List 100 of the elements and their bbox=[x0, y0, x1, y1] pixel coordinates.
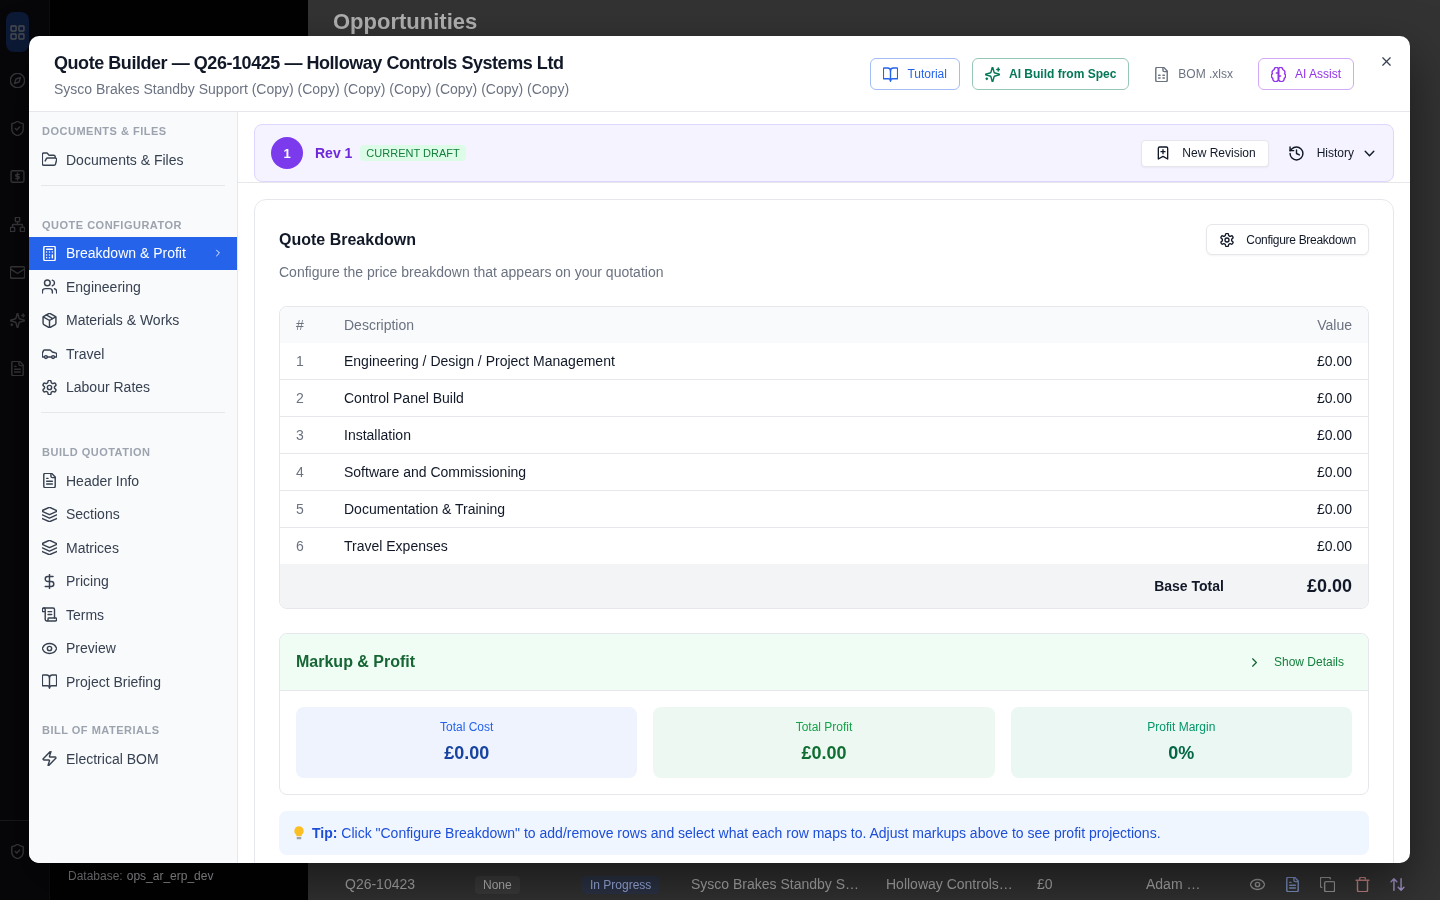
network-icon bbox=[10, 216, 25, 232]
page-title: Opportunities bbox=[333, 10, 479, 34]
stat-value: £0.00 bbox=[443, 742, 491, 765]
lightning-icon bbox=[42, 751, 57, 767]
chevron-right-icon bbox=[213, 248, 223, 259]
table-cell-text: £0.00 bbox=[1316, 353, 1353, 369]
copy-icon[interactable] bbox=[1320, 876, 1335, 892]
dialog-title: Quote Builder — Q26-10425 — Holloway Controls Systems Ltd bbox=[54, 52, 565, 75]
sidebar-item[interactable]: Matrices bbox=[29, 531, 237, 565]
section-subtitle: Configure the price breakdown that appears on your quotation bbox=[279, 263, 665, 282]
close-icon bbox=[1379, 54, 1393, 68]
stat-label: Profit Margin bbox=[1146, 719, 1217, 735]
dialog-subtitle: Sysco Brakes Standby Support (Copy) (Copy) (Copy) (Copy) (Copy) (Copy) (Copy) bbox=[54, 80, 571, 99]
history-button[interactable]: History bbox=[1276, 139, 1377, 167]
eye-icon bbox=[42, 640, 57, 656]
ai-build-button[interactable]: AI Build from Spec bbox=[971, 58, 1130, 90]
column-header: Value bbox=[1317, 317, 1353, 333]
sparkle-icon bbox=[10, 312, 25, 328]
sidebar-item[interactable]: Travel bbox=[29, 337, 237, 371]
markup-title: Markup & Profit bbox=[296, 653, 416, 671]
column-header: # bbox=[295, 317, 305, 333]
sidebar-item[interactable]: Pricing bbox=[29, 564, 237, 598]
eye-icon[interactable] bbox=[1250, 876, 1265, 892]
sidebar-item[interactable]: Preview bbox=[29, 631, 237, 665]
sidebar-item[interactable]: Header Info bbox=[29, 464, 237, 498]
sidebar-item[interactable]: Materials & Works bbox=[29, 303, 237, 337]
table-cell-text: £0.00 bbox=[1316, 538, 1353, 554]
nav-button[interactable] bbox=[6, 12, 29, 52]
table-cell-text: £0.00 bbox=[1316, 501, 1353, 517]
shield-icon bbox=[10, 120, 25, 136]
mail-icon bbox=[10, 264, 25, 280]
calculator-icon bbox=[42, 245, 57, 261]
tip-text: Tip: Click "Configure Breakdown" to add/remove rows and select what each row maps to. Adjust markups above to see profit projections. bbox=[312, 824, 1161, 843]
sidebar-item[interactable]: Breakdown & Profit bbox=[29, 236, 237, 270]
table-cell-text: 3 bbox=[295, 427, 305, 443]
document-icon[interactable] bbox=[1285, 876, 1300, 892]
table-cell-text: Installation bbox=[344, 427, 412, 443]
database-name: ops_ar_erp_dev bbox=[126, 868, 214, 884]
spreadsheet-icon bbox=[1154, 66, 1170, 82]
sidebar-item[interactable]: Terms bbox=[29, 598, 237, 632]
sort-arrows-icon[interactable] bbox=[1390, 876, 1405, 892]
sidebar-item[interactable]: Labour Rates bbox=[29, 370, 237, 404]
show-details-button[interactable]: Show Details bbox=[1239, 655, 1352, 669]
table-cell-text: 6 bbox=[295, 538, 305, 554]
history-icon bbox=[1288, 145, 1304, 161]
tutorial-button[interactable]: Tutorial bbox=[870, 58, 960, 90]
scroll-icon bbox=[42, 607, 57, 623]
stat-value: £0.00 bbox=[800, 742, 848, 765]
revision-label: Rev 1 bbox=[315, 145, 353, 161]
banknote-icon bbox=[10, 168, 25, 184]
revision-number: 1 bbox=[271, 137, 303, 169]
compass-icon bbox=[10, 72, 25, 88]
total-value: £0.00 bbox=[1306, 575, 1352, 597]
section-title: Quote Breakdown bbox=[279, 230, 416, 249]
sidebar-item[interactable]: Electrical BOM bbox=[29, 742, 237, 776]
table-cell-text: £0.00 bbox=[1316, 427, 1353, 443]
brain-icon bbox=[1271, 66, 1286, 82]
table-cell-text: 1 bbox=[295, 353, 305, 369]
book-icon bbox=[42, 674, 57, 690]
sidebar-item[interactable]: Engineering bbox=[29, 270, 237, 304]
trash-icon[interactable] bbox=[1355, 876, 1370, 892]
table-cell-text: Documentation & Training bbox=[344, 501, 507, 517]
stat-label: Total Profit bbox=[794, 719, 854, 735]
table-cell-text: Engineering / Design / Project Management bbox=[344, 353, 616, 369]
section-heading: DOCUMENTS & FILES bbox=[41, 124, 168, 139]
table-cell: Adam … bbox=[1146, 876, 1201, 892]
table-cell: Holloway Controls… bbox=[886, 876, 1013, 892]
ai-assist-button[interactable]: AI Assist bbox=[1258, 58, 1354, 90]
table-cell: £0 bbox=[1037, 876, 1053, 892]
stat-value: 0% bbox=[1167, 742, 1196, 765]
shield-icon bbox=[10, 843, 25, 859]
total-label: Base Total bbox=[1154, 578, 1224, 594]
new-revision-button[interactable]: New Revision bbox=[1141, 139, 1269, 167]
bookmark-plus-icon bbox=[1156, 146, 1171, 160]
table-cell-text: 4 bbox=[295, 464, 305, 480]
grid-icon bbox=[10, 24, 25, 40]
gear-icon bbox=[42, 379, 57, 395]
configure-button[interactable]: Configure Breakdown bbox=[1206, 224, 1369, 255]
status-badge: In Progress bbox=[582, 876, 660, 894]
table-cell-text: Travel Expenses bbox=[344, 538, 449, 554]
table-cell-text: £0.00 bbox=[1316, 390, 1353, 406]
gear-icon bbox=[1220, 232, 1235, 247]
document-icon bbox=[42, 473, 57, 489]
lightbulb-icon bbox=[292, 826, 306, 840]
status-badge: CURRENT DRAFT bbox=[360, 145, 466, 161]
section-heading: BUILD QUOTATION bbox=[41, 445, 152, 460]
table-cell-text: 5 bbox=[295, 501, 305, 517]
car-icon bbox=[42, 346, 57, 362]
sidebar-item[interactable]: Documents & Files bbox=[29, 143, 237, 177]
column-header: Description bbox=[344, 317, 416, 333]
table-cell-text: 2 bbox=[295, 390, 305, 406]
sidebar-item[interactable]: Project Briefing bbox=[29, 665, 237, 699]
stat-label: Total Cost bbox=[439, 719, 495, 735]
sparkle-icon bbox=[984, 66, 1000, 82]
table-cell-text: Software and Commissioning bbox=[344, 464, 528, 480]
section-heading: BILL OF MATERIALS bbox=[41, 723, 161, 738]
folder-icon bbox=[42, 152, 57, 168]
sidebar-item[interactable]: Sections bbox=[29, 497, 237, 531]
dollar-icon bbox=[42, 573, 57, 589]
book-icon bbox=[883, 66, 899, 82]
